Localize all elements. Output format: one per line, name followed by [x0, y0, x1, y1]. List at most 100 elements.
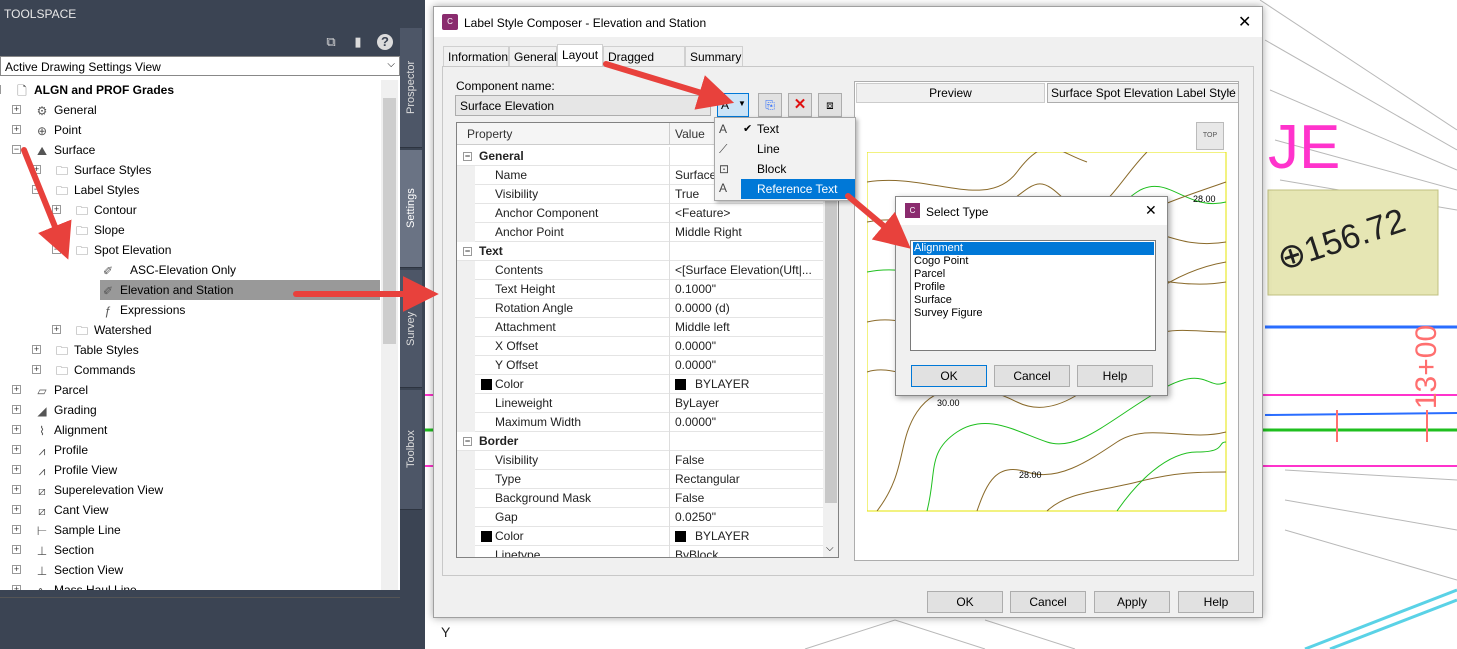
property-value[interactable]: 0.1000"	[675, 280, 815, 299]
property-row[interactable]: X Offset 0.0000"	[457, 337, 837, 356]
property-value[interactable]: Middle Right	[675, 223, 815, 242]
property-row[interactable]: Color BYLAYER	[457, 375, 837, 394]
property-value[interactable]: False	[675, 451, 815, 470]
property-value[interactable]: 0.0000"	[675, 413, 815, 432]
tree-node[interactable]: 🗀 Spot Elevation	[74, 240, 171, 260]
tree-expander[interactable]: −	[52, 245, 61, 254]
type-list-item[interactable]: Survey Figure	[913, 307, 1154, 320]
tree-node[interactable]: ⊕ Point	[34, 120, 81, 140]
tree-scrollbar-thumb[interactable]	[383, 98, 396, 344]
tree-expander[interactable]: +	[12, 585, 21, 590]
property-value[interactable]: 0.0250"	[675, 508, 815, 527]
tree-node[interactable]: ⊥ Section	[34, 540, 94, 560]
tree-expander[interactable]: +	[12, 465, 21, 474]
property-row[interactable]: Color BYLAYER	[457, 527, 837, 546]
menu-item-reference-text[interactable]: Reference Text	[741, 179, 855, 199]
property-value[interactable]: <Feature>	[675, 204, 815, 223]
scroll-down-icon[interactable]: ⌵	[826, 543, 834, 554]
tab-settings[interactable]: Settings	[400, 150, 422, 268]
property-row[interactable]: Y Offset 0.0000"	[457, 356, 837, 375]
tree-node[interactable]: ⊢ Sample Line	[34, 520, 121, 540]
property-value[interactable]: <[Surface Elevation(Uft|...	[675, 261, 815, 280]
tree-node[interactable]: ⧄ Cant View	[34, 500, 108, 520]
property-row[interactable]: Type Rectangular	[457, 470, 837, 489]
type-list-item[interactable]: Alignment	[912, 241, 1155, 256]
tree-expander[interactable]: −	[32, 185, 41, 194]
tree-expander[interactable]: +	[52, 325, 61, 334]
tree-expander[interactable]: +	[12, 425, 21, 434]
view-cube-icon[interactable]: TOP	[1196, 122, 1224, 150]
tree-expander[interactable]: +	[12, 565, 21, 574]
preview-style-dropdown[interactable]: Surface Spot Elevation Label Style ⌵	[1047, 83, 1239, 103]
menu-item-block[interactable]: ⊡ Block	[715, 159, 855, 179]
property-row[interactable]: Linetype ByBlock	[457, 546, 837, 557]
menu-item-line[interactable]: ⟋ Line	[715, 139, 855, 159]
property-value[interactable]: ByBlock	[675, 546, 815, 557]
property-row[interactable]: Gap 0.0250"	[457, 508, 837, 527]
tree-node[interactable]: ∿ Mass Haul Line	[34, 580, 137, 590]
tree-node[interactable]: ✐ ASC-Elevation Only	[100, 260, 236, 280]
category-collapse-icon[interactable]: −	[463, 437, 472, 446]
property-value[interactable]: ByLayer	[675, 394, 815, 413]
help-button[interactable]: Help	[1077, 365, 1153, 387]
component-draw-order-button[interactable]: ⧈	[818, 93, 842, 117]
tab-information[interactable]: Information	[443, 46, 509, 66]
tree-expander[interactable]: +	[52, 225, 61, 234]
apply-button[interactable]: Apply	[1094, 591, 1170, 613]
tree-node[interactable]: 🗀 Slope	[74, 220, 125, 240]
tree-expander[interactable]: −	[12, 145, 21, 154]
tree-expander[interactable]: +	[12, 105, 21, 114]
tree-expander[interactable]: +	[52, 205, 61, 214]
tree-expander[interactable]: +	[32, 345, 41, 354]
tree-node[interactable]: 🗀 Surface Styles	[54, 160, 151, 180]
property-row[interactable]: Anchor Point Middle Right	[457, 223, 837, 242]
tree-node[interactable]: ◢ Grading	[34, 400, 96, 420]
property-value[interactable]: BYLAYER	[675, 527, 815, 546]
type-list-item[interactable]: Profile	[913, 281, 1154, 294]
tree-node[interactable]: 🗀 Contour	[74, 200, 137, 220]
tree-expander[interactable]: +	[12, 485, 21, 494]
tree-expander[interactable]: +	[12, 125, 21, 134]
tree-node[interactable]: 🗀 Commands	[54, 360, 135, 380]
ok-button[interactable]: OK	[927, 591, 1003, 613]
copy-component-button[interactable]: ⎘	[758, 93, 782, 117]
tree-node[interactable]: 🗋 ALGN and PROF Grades	[14, 80, 174, 100]
panel-toggle-icon[interactable]: ▮	[350, 34, 366, 50]
close-icon[interactable]: ✕	[1145, 202, 1157, 219]
help-button[interactable]: Help	[1178, 591, 1254, 613]
view-selector-dropdown[interactable]: Active Drawing Settings View ⌵	[0, 56, 400, 76]
tree-node[interactable]: ▱ Parcel	[34, 380, 88, 400]
create-component-button[interactable]: A ▼	[717, 93, 749, 117]
tab-summary[interactable]: Summary	[685, 46, 743, 66]
tab-dragged-state[interactable]: Dragged State	[603, 46, 685, 84]
tab-survey[interactable]: Survey	[400, 270, 422, 388]
property-row[interactable]: Lineweight ByLayer	[457, 394, 837, 413]
tree-node[interactable]: 🗀 Watershed	[74, 320, 152, 340]
close-icon[interactable]: ✕	[1238, 12, 1251, 32]
property-value[interactable]: False	[675, 489, 815, 508]
tree-node[interactable]: ⛰ Surface	[34, 140, 95, 160]
tree-view-icon[interactable]: ⧉	[323, 34, 339, 50]
property-category[interactable]: − Text	[457, 242, 837, 261]
tree-node[interactable]: ⊥ Section View	[34, 560, 123, 580]
type-list-item[interactable]: Parcel	[913, 268, 1154, 281]
cancel-button[interactable]: Cancel	[1010, 591, 1086, 613]
tree-expander[interactable]: +	[12, 505, 21, 514]
tree-expander[interactable]: +	[12, 405, 21, 414]
menu-item-text[interactable]: A ✔ Text	[715, 119, 855, 139]
delete-component-button[interactable]: ✕	[788, 93, 812, 117]
tree-node[interactable]: ⚙ General	[34, 100, 97, 120]
ok-button[interactable]: OK	[911, 365, 987, 387]
property-row[interactable]: Background Mask False	[457, 489, 837, 508]
component-name-dropdown[interactable]: Surface Elevation ⌵	[455, 95, 711, 116]
tree-expander[interactable]: +	[12, 385, 21, 394]
category-collapse-icon[interactable]: −	[463, 152, 472, 161]
tree-node[interactable]: 🗀 Table Styles	[54, 340, 139, 360]
property-category[interactable]: − Border	[457, 432, 837, 451]
tab-layout[interactable]: Layout	[557, 44, 603, 67]
tree-node[interactable]: ⩘ Profile	[34, 440, 88, 460]
tree-expander[interactable]: +	[12, 545, 21, 554]
tree-expander[interactable]: +	[32, 165, 41, 174]
type-list-item[interactable]: Surface	[913, 294, 1154, 307]
property-value[interactable]: 0.0000 (d)	[675, 299, 815, 318]
